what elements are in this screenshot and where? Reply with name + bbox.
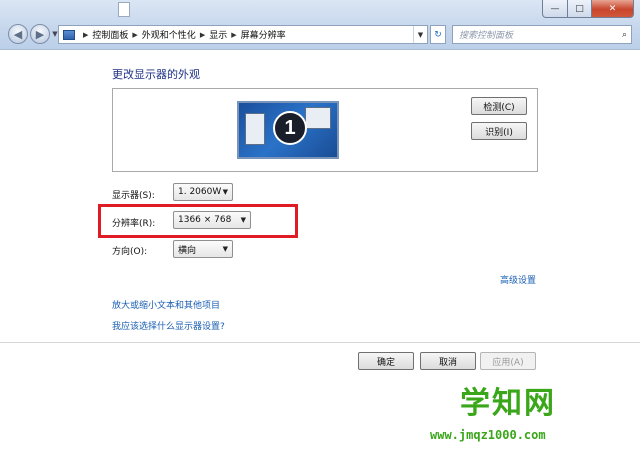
document-icon (118, 2, 130, 17)
breadcrumb-control-panel[interactable]: 控制面板 (92, 28, 128, 41)
search-icon[interactable]: ⌕ (622, 30, 627, 40)
refresh-icon: ↻ (434, 29, 442, 40)
detect-button[interactable]: 检测(C) (471, 97, 527, 115)
chevron-down-icon: ▼ (240, 216, 246, 224)
cancel-button[interactable]: 取消 (420, 352, 476, 370)
orientation-label: 方向(O): (112, 247, 148, 257)
enlarge-text-link[interactable]: 放大或缩小文本和其他项目 (112, 298, 220, 311)
which-settings-link[interactable]: 我应该选择什么显示器设置? (112, 319, 225, 332)
monitor-number-badge: 1 (273, 111, 307, 145)
chevron-right-icon[interactable]: ▶ (231, 31, 236, 39)
chevron-down-icon: ▼ (222, 188, 228, 196)
watermark-url: www.jmqz1000.com (430, 428, 546, 442)
orientation-select[interactable]: 横向 ▼ (173, 240, 233, 258)
search-input[interactable]: 搜索控制面板 ⌕ (452, 25, 632, 44)
forward-button[interactable]: ▶ (30, 24, 50, 44)
orientation-value: 横向 (178, 245, 197, 256)
breadcrumb-screen-resolution[interactable]: 屏幕分辨率 (241, 28, 286, 41)
chevron-right-icon[interactable]: ▶ (132, 31, 137, 39)
display-label: 显示器(S): (112, 191, 155, 201)
address-bar[interactable]: ▶ 控制面板 ▶ 外观和个性化 ▶ 显示 ▶ 屏幕分辨率 ▼ (58, 25, 428, 44)
identify-button[interactable]: 识别(I) (471, 122, 527, 140)
divider (0, 342, 640, 343)
navigation-buttons: ◀ ▶ ▼ (8, 24, 60, 44)
ok-button[interactable]: 确定 (358, 352, 414, 370)
chevron-down-icon: ▼ (222, 245, 228, 253)
advanced-settings-link[interactable]: 高级设置 (500, 273, 536, 286)
chevron-right-icon[interactable]: ▶ (83, 31, 88, 39)
chevron-right-icon[interactable]: ▶ (200, 31, 205, 39)
monitor-1-thumbnail[interactable]: 1 (237, 101, 339, 159)
apply-button[interactable]: 应用(A) (480, 352, 536, 370)
monitor-window-icon (245, 113, 265, 145)
resolution-select[interactable]: 1366 × 768 ▼ (173, 211, 251, 229)
chevron-down-icon: ▼ (417, 30, 424, 39)
window-controls: — □ ✕ (542, 0, 634, 18)
back-button[interactable]: ◀ (8, 24, 28, 44)
forward-arrow-icon: ▶ (35, 27, 45, 41)
minimize-button[interactable]: — (542, 0, 568, 18)
watermark-brand: 学知网 (460, 386, 556, 421)
resolution-label: 分辨率(R): (112, 219, 156, 229)
display-value: 1. 2060W (178, 187, 222, 197)
resolution-value: 1366 × 768 (178, 215, 232, 225)
address-dropdown[interactable]: ▼ (413, 26, 427, 43)
monitor-preview-panel: 1 检测(C) 识别(I) (112, 88, 538, 172)
monitor-window-icon (305, 107, 331, 129)
breadcrumb-appearance[interactable]: 外观和个性化 (142, 28, 196, 41)
close-button[interactable]: ✕ (592, 0, 634, 18)
search-placeholder: 搜索控制面板 (459, 31, 514, 41)
maximize-button[interactable]: □ (568, 0, 592, 18)
window-chrome: — □ ✕ ◀ ▶ ▼ ▶ 控制面板 ▶ 外观和个性化 ▶ 显示 ▶ 屏幕分辨率… (0, 0, 640, 50)
page-title: 更改显示器的外观 (112, 68, 200, 81)
breadcrumb-display[interactable]: 显示 (209, 28, 227, 41)
back-arrow-icon: ◀ (13, 27, 23, 41)
display-select[interactable]: 1. 2060W ▼ (173, 183, 233, 201)
control-panel-icon (63, 29, 75, 40)
refresh-button[interactable]: ↻ (430, 25, 446, 44)
